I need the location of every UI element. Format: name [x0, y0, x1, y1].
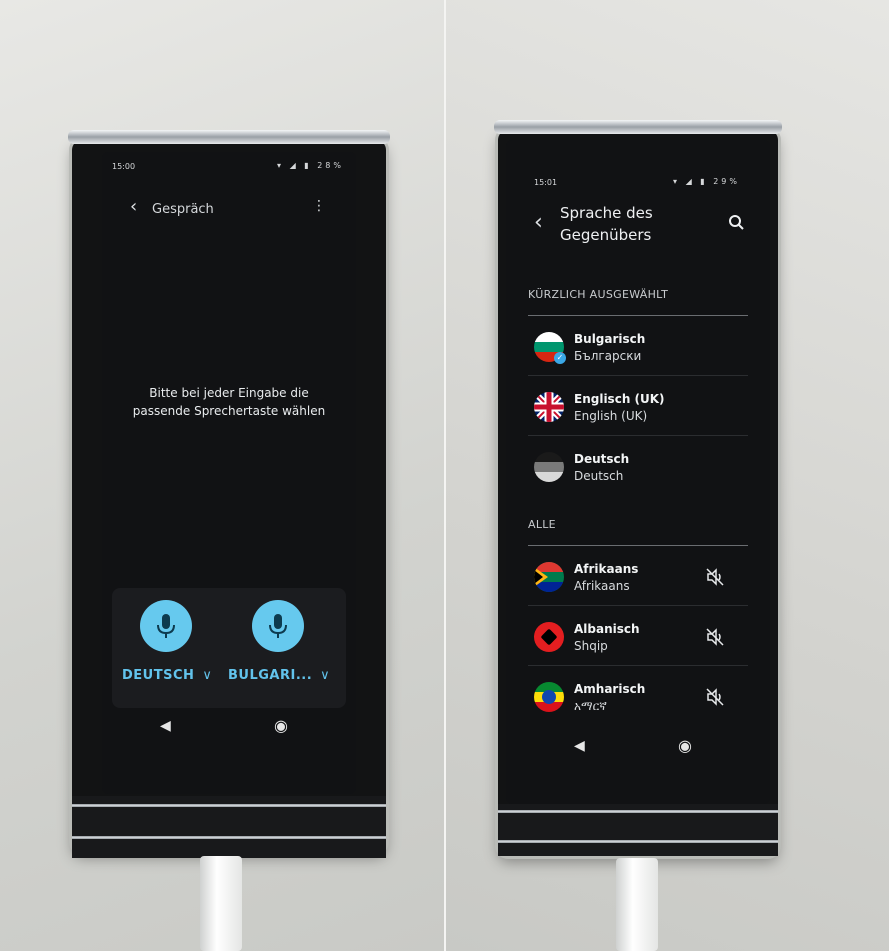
language-selector-bulgarisch[interactable]: BULGARI... ∨ [228, 668, 330, 683]
language-native: Shqip [574, 639, 608, 653]
language-row[interactable]: Englisch (UK) English (UK) [528, 378, 748, 436]
device-bottom-band [498, 804, 778, 856]
ethiopia-flag-icon [534, 682, 564, 712]
page-title-line2: Gegenübers [560, 226, 652, 244]
back-arrow-icon[interactable]: ‹ [534, 210, 543, 235]
status-time: 15:01 [534, 178, 558, 187]
page-title: Sprache des Gegenübers [560, 202, 653, 246]
nav-back-icon[interactable]: ◀ [160, 718, 171, 734]
section-header-all: ALLE [528, 518, 556, 531]
conversation-header: ‹ Gespräch ⋮ [102, 196, 356, 220]
microphone-icon [269, 614, 287, 638]
page-title: Gespräch [152, 202, 214, 217]
uk-flag-icon [534, 392, 564, 422]
language-native: English (UK) [574, 409, 648, 423]
language-name: Albanisch [574, 622, 640, 636]
right-device: 15:01 ▾ ◢ ▮ 29% ‹ Sprache des Gegenübers… [494, 120, 782, 856]
language-name: Deutsch [574, 452, 630, 466]
language-native: አማርኛ [574, 699, 607, 713]
microphone-icon [157, 614, 175, 638]
language-row[interactable]: Deutsch Deutsch [528, 438, 748, 496]
device-top-rim [68, 130, 390, 144]
usb-cable [200, 856, 242, 951]
divider [528, 315, 748, 316]
usb-cable [616, 858, 658, 951]
selected-check-icon: ✓ [554, 352, 566, 364]
language-b-label: BULGARI... [228, 668, 313, 683]
language-selector-deutsch[interactable]: DEUTSCH ∨ [122, 668, 212, 683]
language-row[interactable]: Albanisch Shqip [528, 608, 748, 666]
page-title-line1: Sprache des [560, 204, 653, 222]
language-name: Englisch (UK) [574, 392, 665, 406]
germany-flag-icon [534, 452, 564, 482]
speaker-muted-icon [706, 628, 724, 646]
language-row[interactable]: Afrikaans Afrikaans [528, 548, 748, 606]
language-row[interactable]: ✓ Bulgarisch Български [528, 318, 748, 376]
language-native: Deutsch [574, 469, 624, 483]
row-separator [528, 435, 748, 436]
speaker-muted-icon [706, 688, 724, 706]
language-name: Afrikaans [574, 562, 639, 576]
speaker-muted-icon [706, 568, 724, 586]
speaker-panel: DEUTSCH ∨ BULGARI... ∨ [112, 588, 346, 708]
device-bottom-band [72, 796, 386, 858]
chevron-down-icon: ∨ [320, 668, 331, 683]
language-a-label: DEUTSCH [122, 668, 195, 683]
right-photo: 15:01 ▾ ◢ ▮ 29% ‹ Sprache des Gegenübers… [446, 0, 889, 951]
band-line [72, 804, 386, 807]
right-screen: 15:01 ▾ ◢ ▮ 29% ‹ Sprache des Gegenübers… [506, 140, 770, 804]
more-options-icon[interactable]: ⋮ [312, 198, 326, 214]
status-bar: 15:01 ▾ ◢ ▮ 29% [506, 140, 770, 187]
status-icons: ▾ ◢ ▮ 28% [277, 161, 344, 170]
nav-home-icon[interactable]: ◉ [274, 716, 288, 735]
row-separator [528, 375, 748, 376]
band-line [498, 810, 778, 813]
section-header-recent: KÜRZLICH AUSGEWÄHLT [528, 288, 669, 301]
status-icons: ▾ ◢ ▮ 29% [673, 177, 740, 186]
band-line [498, 840, 778, 843]
divider [528, 545, 748, 546]
band-line [72, 836, 386, 839]
nav-home-icon[interactable]: ◉ [678, 736, 692, 755]
status-bar: 15:00 ▾ ◢ ▮ 28% [102, 152, 356, 178]
language-name: Bulgarisch [574, 332, 646, 346]
language-native: Afrikaans [574, 579, 630, 593]
left-screen: 15:00 ▾ ◢ ▮ 28% ‹ Gespräch ⋮ Bitte bei j… [102, 152, 356, 794]
search-icon[interactable] [728, 214, 744, 230]
nav-back-icon[interactable]: ◀ [574, 738, 585, 754]
albania-flag-icon [534, 622, 564, 652]
instruction-text: Bitte bei jeder Eingabe die passende Spr… [132, 386, 326, 418]
row-separator [528, 605, 748, 606]
mic-button-deutsch[interactable] [140, 600, 192, 652]
left-device: 15:00 ▾ ◢ ▮ 28% ‹ Gespräch ⋮ Bitte bei j… [68, 130, 390, 858]
mic-button-bulgarisch[interactable] [252, 600, 304, 652]
language-native: Български [574, 349, 642, 363]
device-top-rim [494, 120, 782, 134]
language-name: Amharisch [574, 682, 646, 696]
left-photo: 15:00 ▾ ◢ ▮ 28% ‹ Gespräch ⋮ Bitte bei j… [0, 0, 444, 951]
union-jack-shape [534, 392, 564, 422]
language-row[interactable]: Amharisch አማርኛ [528, 668, 748, 726]
south-africa-flag-icon [534, 562, 564, 592]
back-arrow-icon[interactable]: ‹ [130, 196, 137, 217]
chevron-down-icon: ∨ [202, 668, 213, 683]
status-time: 15:00 [112, 162, 136, 171]
row-separator [528, 665, 748, 666]
